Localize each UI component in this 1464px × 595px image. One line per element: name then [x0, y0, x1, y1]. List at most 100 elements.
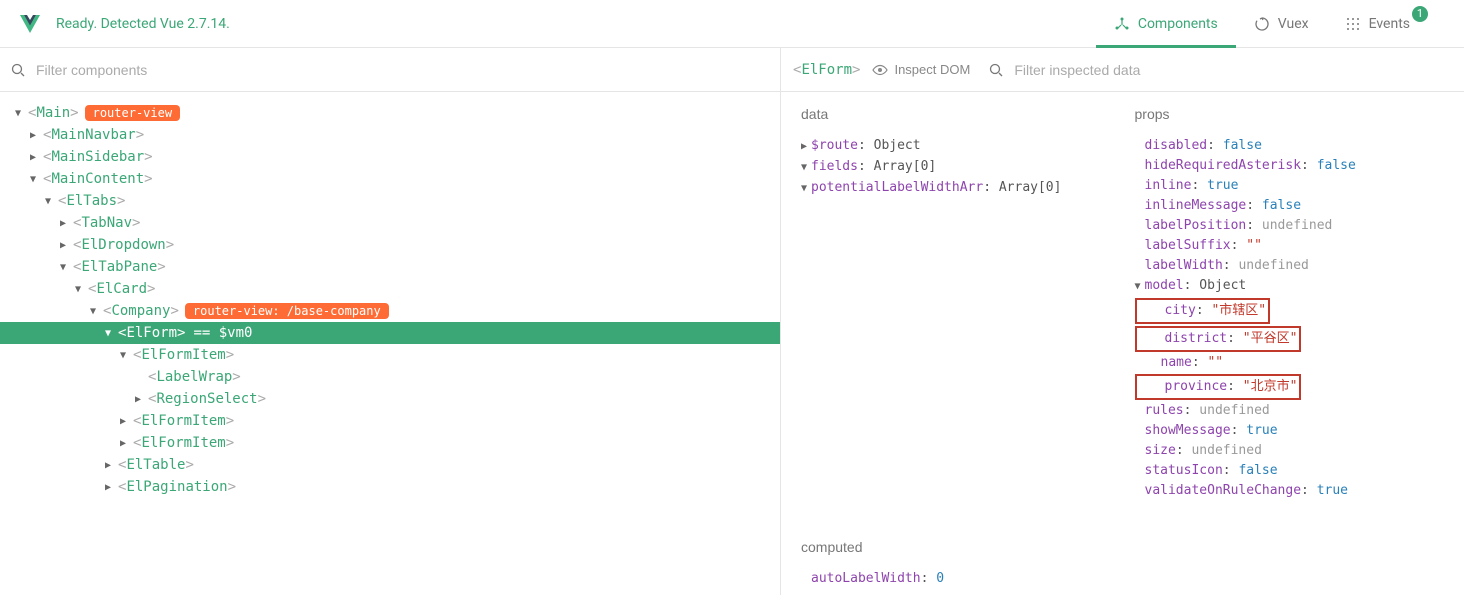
prop-row-model[interactable]: ▼ model: Object [1135, 276, 1445, 297]
highlighted-prop: province: "北京市" [1135, 374, 1302, 400]
tree-node-tabnav[interactable]: ▶ <TabNav> [0, 212, 780, 234]
tree-node-mainsidebar[interactable]: ▶<MainSidebar> [0, 146, 780, 168]
tree-node-elform[interactable]: ▼<ElForm> == $vm0 [0, 322, 780, 344]
tab-label: Vuex [1278, 16, 1309, 32]
router-view-badge: router-view [85, 105, 180, 121]
expand-arrow-icon[interactable]: ▶ [102, 482, 114, 493]
vm-ref: == $vm0 [193, 325, 252, 341]
component-tag: <ElFormItem> [133, 435, 234, 451]
component-tag: <TabNav> [73, 215, 140, 231]
vuex-icon [1254, 16, 1270, 32]
prop-row-labelSuffix[interactable]: labelSuffix: "" [1135, 236, 1445, 256]
filter-inspected-input[interactable] [1014, 62, 1174, 78]
events-icon [1345, 16, 1361, 32]
component-tree: ▼<Main>router-view ▶ <MainNavbar> ▶<MainSid… [0, 92, 780, 595]
tree-node-labelwrap[interactable]: <LabelWrap> [0, 366, 780, 388]
tree-node-main[interactable]: ▼<Main>router-view [0, 102, 780, 124]
prop-row-potentialLabelWidthArr[interactable]: ▼ potentialLabelWidthArr: Array[0] [801, 178, 1111, 199]
tab-components[interactable]: Components [1096, 0, 1236, 47]
events-badge: 1 [1412, 6, 1428, 22]
tree-node-elformitem[interactable]: ▶ <ElFormItem> [0, 410, 780, 432]
filter-components-bar [0, 48, 780, 92]
prop-row-statusIcon[interactable]: statusIcon: false [1135, 461, 1445, 481]
expand-arrow-icon[interactable]: ▼ [42, 196, 54, 207]
component-tag: <MainContent> [43, 171, 153, 187]
expand-arrow-icon[interactable]: ▼ [72, 284, 84, 295]
filter-components-input[interactable] [36, 62, 770, 78]
tab-vuex[interactable]: Vuex [1236, 0, 1327, 47]
prop-row-validateOnRuleChange[interactable]: validateOnRuleChange: true [1135, 481, 1445, 501]
expand-arrow-icon[interactable]: ▼ [57, 262, 69, 273]
tree-node-eltabs[interactable]: ▼ <ElTabs> [0, 190, 780, 212]
tree-node-elformitem[interactable]: ▶ <ElFormItem> [0, 432, 780, 454]
tree-node-eltabpane[interactable]: ▼ <ElTabPane> [0, 256, 780, 278]
tree-node-elformitem[interactable]: ▼ <ElFormItem> [0, 344, 780, 366]
component-tag: <ElTabPane> [73, 259, 166, 275]
nav-tabs: Components Vuex Events 1 [1096, 0, 1446, 47]
inspect-dom-label: Inspect DOM [894, 62, 970, 77]
expand-arrow-icon[interactable]: ▼ [87, 306, 99, 317]
detail-right-column: props disabled: falsehideRequiredAsteris… [1135, 106, 1445, 581]
expand-arrow-icon[interactable]: ▶ [57, 218, 69, 229]
prop-row-city[interactable]: city: "市辖区" [1135, 297, 1445, 325]
section-title-computed: computed [801, 539, 1111, 555]
inspect-dom-button[interactable]: Inspect DOM [872, 62, 970, 78]
inspected-component-title: <ElForm> [793, 62, 860, 78]
section-title-props: props [1135, 106, 1445, 122]
tab-label: Components [1138, 16, 1218, 32]
detail-left-column: data ▶ $route: Object▼ fields: Array[0]▼… [801, 106, 1111, 581]
search-icon [988, 62, 1004, 78]
tree-node-company[interactable]: ▼<Company>router-view: /base-company [0, 300, 780, 322]
tree-node-maincontent[interactable]: ▼ <MainContent> [0, 168, 780, 190]
component-tag: <ElTabs> [58, 193, 125, 209]
component-tag: <MainNavbar> [43, 127, 144, 143]
component-tag: <RegionSelect> [148, 391, 266, 407]
component-tag: <ElPagination> [118, 479, 236, 495]
expand-arrow-icon[interactable]: ▼ [102, 328, 114, 339]
component-tree-pane: ▼<Main>router-view ▶ <MainNavbar> ▶<MainSid… [0, 48, 781, 595]
tab-events[interactable]: Events 1 [1327, 0, 1446, 47]
highlighted-prop: city: "市辖区" [1135, 298, 1271, 324]
prop-row-disabled[interactable]: disabled: false [1135, 136, 1445, 156]
prop-row-labelPosition[interactable]: labelPosition: undefined [1135, 216, 1445, 236]
expand-arrow-icon[interactable]: ▶ [117, 416, 129, 427]
status-text: Ready. Detected Vue 2.7.14. [56, 16, 230, 32]
prop-row-size[interactable]: size: undefined [1135, 441, 1445, 461]
prop-row-name[interactable]: name: "" [1135, 353, 1445, 373]
expand-arrow-icon[interactable]: ▼ [27, 174, 39, 185]
component-tag: <ElFormItem> [133, 347, 234, 363]
expand-arrow-icon[interactable]: ▶ [117, 438, 129, 449]
prop-row-province[interactable]: province: "北京市" [1135, 373, 1445, 401]
prop-row-inlineMessage[interactable]: inlineMessage: false [1135, 196, 1445, 216]
components-icon [1114, 16, 1130, 32]
component-tag: <ElFormItem> [133, 413, 234, 429]
prop-row-fields[interactable]: ▼ fields: Array[0] [801, 157, 1111, 178]
component-tag: <ElDropdown> [73, 237, 174, 253]
expand-arrow-icon[interactable]: ▶ [132, 394, 144, 405]
expand-arrow-icon[interactable]: ▼ [117, 350, 129, 361]
prop-row-inline[interactable]: inline: true [1135, 176, 1445, 196]
tree-node-elcard[interactable]: ▼<ElCard> [0, 278, 780, 300]
prop-row-rules[interactable]: rules: undefined [1135, 401, 1445, 421]
component-tag: <LabelWrap> [148, 369, 241, 385]
expand-arrow-icon[interactable]: ▶ [27, 152, 39, 163]
expand-arrow-icon[interactable]: ▶ [102, 460, 114, 471]
expand-arrow-icon[interactable]: ▶ [27, 130, 39, 141]
prop-row-$route[interactable]: ▶ $route: Object [801, 136, 1111, 157]
inspector-pane: <ElForm> Inspect DOM data ▶ $route: Obje… [781, 48, 1464, 595]
prop-row-labelWidth[interactable]: labelWidth: undefined [1135, 256, 1445, 276]
tree-node-elpagination[interactable]: ▶ <ElPagination> [0, 476, 780, 498]
tree-node-eldropdown[interactable]: ▶ <ElDropdown> [0, 234, 780, 256]
tree-node-mainnavbar[interactable]: ▶ <MainNavbar> [0, 124, 780, 146]
prop-row-autoLabelWidth[interactable]: autoLabelWidth: 0 [801, 569, 1111, 589]
prop-row-hideRequiredAsterisk[interactable]: hideRequiredAsterisk: false [1135, 156, 1445, 176]
prop-row-district[interactable]: district: "平谷区" [1135, 325, 1445, 353]
expand-arrow-icon[interactable]: ▼ [12, 108, 24, 119]
tree-node-eltable[interactable]: ▶<ElTable> [0, 454, 780, 476]
highlighted-prop: district: "平谷区" [1135, 326, 1302, 352]
expand-arrow-icon[interactable]: ▶ [57, 240, 69, 251]
tab-label: Events [1369, 16, 1410, 32]
section-title-data: data [801, 106, 1111, 122]
tree-node-regionselect[interactable]: ▶ <RegionSelect> [0, 388, 780, 410]
prop-row-showMessage[interactable]: showMessage: true [1135, 421, 1445, 441]
